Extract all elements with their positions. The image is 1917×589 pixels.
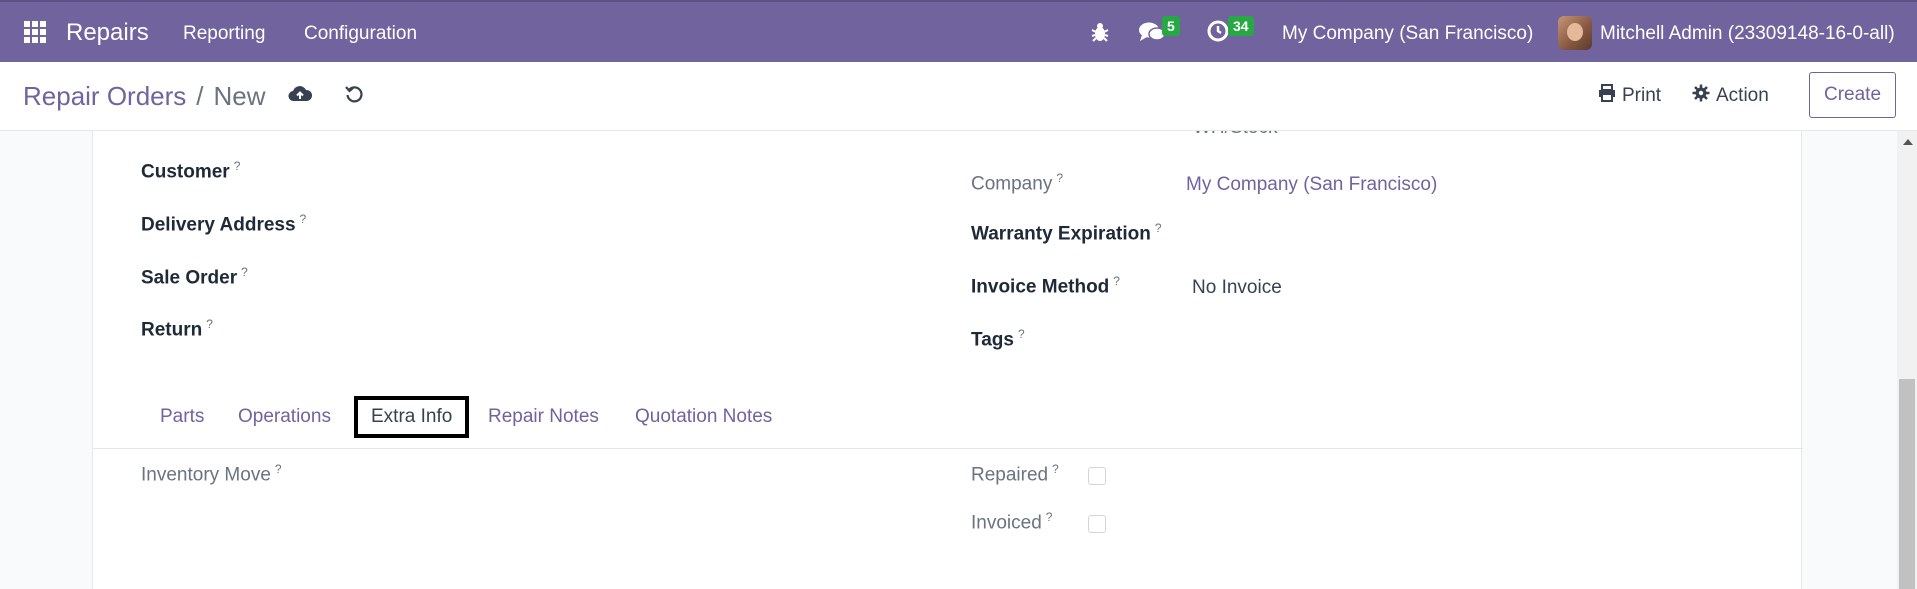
top-navbar: Repairs Reporting Configuration 5 34 My … — [0, 0, 1917, 62]
menu-configuration[interactable]: Configuration — [304, 23, 417, 45]
help-icon[interactable]: ? — [241, 265, 248, 279]
tab-operations[interactable]: Operations — [238, 406, 331, 428]
print-label: Print — [1622, 85, 1662, 106]
help-icon[interactable]: ? — [275, 462, 282, 476]
action-label: Action — [1716, 85, 1769, 106]
gear-icon — [1692, 84, 1710, 108]
repaired-label: Repaired? — [971, 462, 1059, 486]
inventory-move-label: Inventory Move? — [141, 462, 282, 486]
messages-badge: 5 — [1162, 16, 1180, 36]
form-sheet: WH/Stock Customer? Delivery Address? Sal… — [92, 131, 1803, 589]
scrollbar-thumb[interactable] — [1899, 379, 1915, 589]
breadcrumb-repair-orders[interactable]: Repair Orders — [23, 81, 186, 111]
breadcrumb: Repair Orders / New — [23, 81, 266, 112]
app-name[interactable]: Repairs — [66, 19, 149, 47]
invoice-method-label: Invoice Method? — [971, 274, 1120, 298]
invoiced-label: Invoiced? — [971, 510, 1053, 534]
bug-icon[interactable] — [1090, 21, 1110, 48]
help-icon[interactable]: ? — [1046, 510, 1053, 524]
customer-label: Customer? — [141, 159, 241, 183]
notebook-tabs: Parts Operations Extra Info Repair Notes… — [93, 393, 1803, 449]
return-label: Return? — [141, 317, 213, 341]
help-icon[interactable]: ? — [1155, 221, 1162, 235]
invoiced-checkbox[interactable] — [1088, 515, 1106, 533]
sale-order-label: Sale Order? — [141, 265, 248, 289]
delivery-address-label: Delivery Address? — [141, 212, 307, 236]
vertical-scrollbar[interactable] — [1897, 131, 1917, 589]
invoice-method-value[interactable]: No Invoice — [1192, 277, 1282, 299]
help-icon[interactable]: ? — [1056, 171, 1063, 185]
print-icon — [1598, 84, 1616, 108]
activities-icon[interactable] — [1206, 19, 1230, 48]
company-value[interactable]: My Company (San Francisco) — [1186, 174, 1437, 196]
user-menu[interactable]: Mitchell Admin (23309148-16-0-all) — [1600, 23, 1895, 45]
tags-label: Tags? — [971, 327, 1025, 351]
warranty-expiration-label: Warranty Expiration? — [971, 221, 1162, 245]
tab-extra-info[interactable]: Extra Info — [354, 396, 470, 438]
company-switcher[interactable]: My Company (San Francisco) — [1282, 23, 1533, 45]
breadcrumb-separator: / — [196, 81, 204, 111]
tab-quotation-notes[interactable]: Quotation Notes — [635, 406, 772, 428]
app-grid-icon[interactable] — [24, 21, 46, 43]
user-avatar[interactable] — [1558, 16, 1592, 50]
control-panel: Repair Orders / New Print Action Create — [0, 62, 1917, 131]
undo-icon[interactable] — [344, 84, 364, 109]
menu-reporting[interactable]: Reporting — [183, 23, 265, 45]
tab-repair-notes[interactable]: Repair Notes — [488, 406, 599, 428]
print-button[interactable]: Print — [1598, 84, 1661, 108]
create-button[interactable]: Create — [1809, 72, 1896, 118]
help-icon[interactable]: ? — [1113, 274, 1120, 288]
scroll-up-arrow-icon[interactable] — [1903, 139, 1913, 145]
company-label: Company? — [971, 171, 1064, 195]
cloud-upload-icon[interactable] — [288, 84, 313, 109]
help-icon[interactable]: ? — [1018, 327, 1025, 341]
activities-badge: 34 — [1228, 16, 1254, 36]
help-icon[interactable]: ? — [234, 159, 241, 173]
form-view: WH/Stock Customer? Delivery Address? Sal… — [0, 131, 1897, 589]
location-value[interactable]: WH/Stock — [1193, 131, 1277, 139]
action-button[interactable]: Action — [1692, 84, 1769, 108]
help-icon[interactable]: ? — [206, 317, 213, 331]
help-icon[interactable]: ? — [1052, 462, 1059, 476]
breadcrumb-current: New — [213, 81, 266, 111]
tab-parts[interactable]: Parts — [160, 406, 204, 428]
repaired-checkbox[interactable] — [1088, 467, 1106, 485]
help-icon[interactable]: ? — [300, 212, 307, 226]
